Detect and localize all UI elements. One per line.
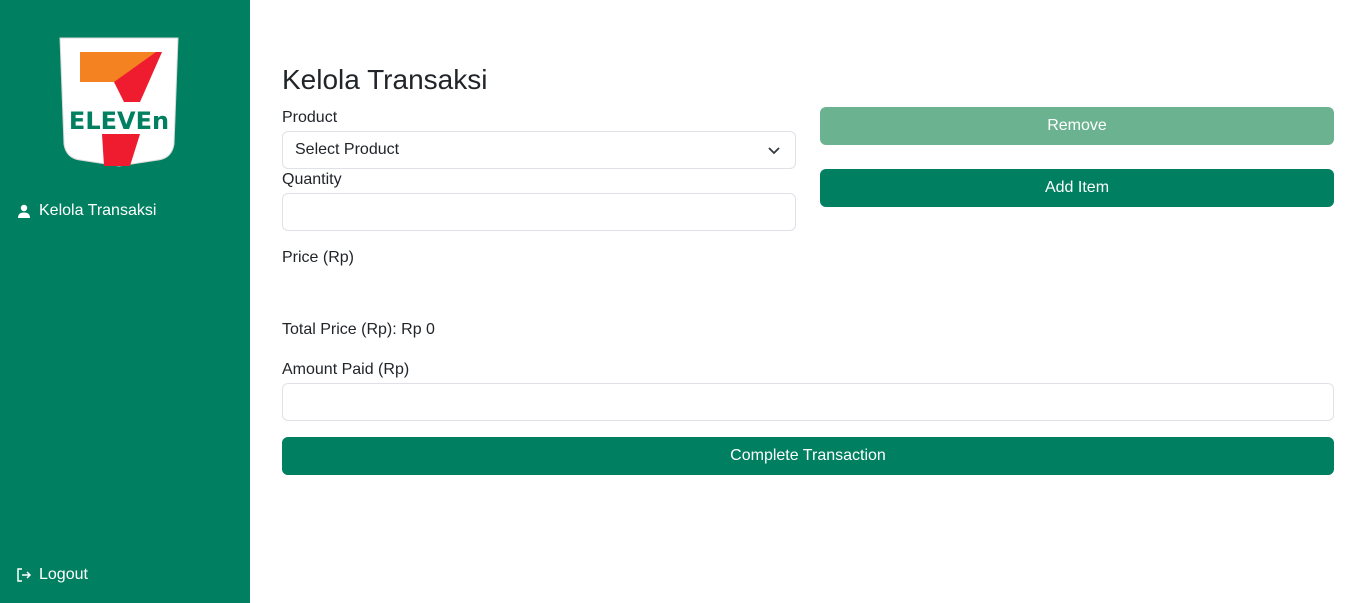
amount-paid-input[interactable] [282, 383, 1334, 421]
add-item-button[interactable]: Add Item [820, 169, 1334, 207]
quantity-input[interactable] [282, 193, 796, 231]
sidebar-item-label: Kelola Transaksi [39, 202, 157, 219]
product-label: Product [282, 109, 338, 126]
total-price: Total Price (Rp): Rp 0 [282, 321, 435, 338]
price-label: Price (Rp) [282, 249, 355, 266]
brand-logo: ELEVEn [58, 36, 180, 168]
seven-eleven-logo-icon: ELEVEn [59, 37, 179, 167]
page-title: Kelola Transaksi [282, 64, 488, 95]
sidebar-item-kelola-transaksi[interactable]: Kelola Transaksi [16, 202, 156, 220]
logout-icon [16, 567, 32, 583]
complete-transaction-button[interactable]: Complete Transaction [282, 437, 1334, 475]
quantity-label: Quantity [282, 171, 342, 188]
logout-link[interactable]: Logout [16, 566, 88, 584]
product-select-value: Select Product [295, 141, 400, 158]
chevron-down-icon [768, 147, 780, 155]
remove-button[interactable]: Remove [820, 107, 1334, 145]
amount-paid-label: Amount Paid (Rp) [282, 361, 410, 378]
sidebar: ELEVEn Kelola Transaksi Logout [0, 0, 250, 603]
logo-text: ELEVEn [69, 107, 169, 135]
logout-label: Logout [39, 566, 88, 583]
user-icon [16, 203, 32, 219]
product-select[interactable]: Select Product [282, 131, 796, 169]
